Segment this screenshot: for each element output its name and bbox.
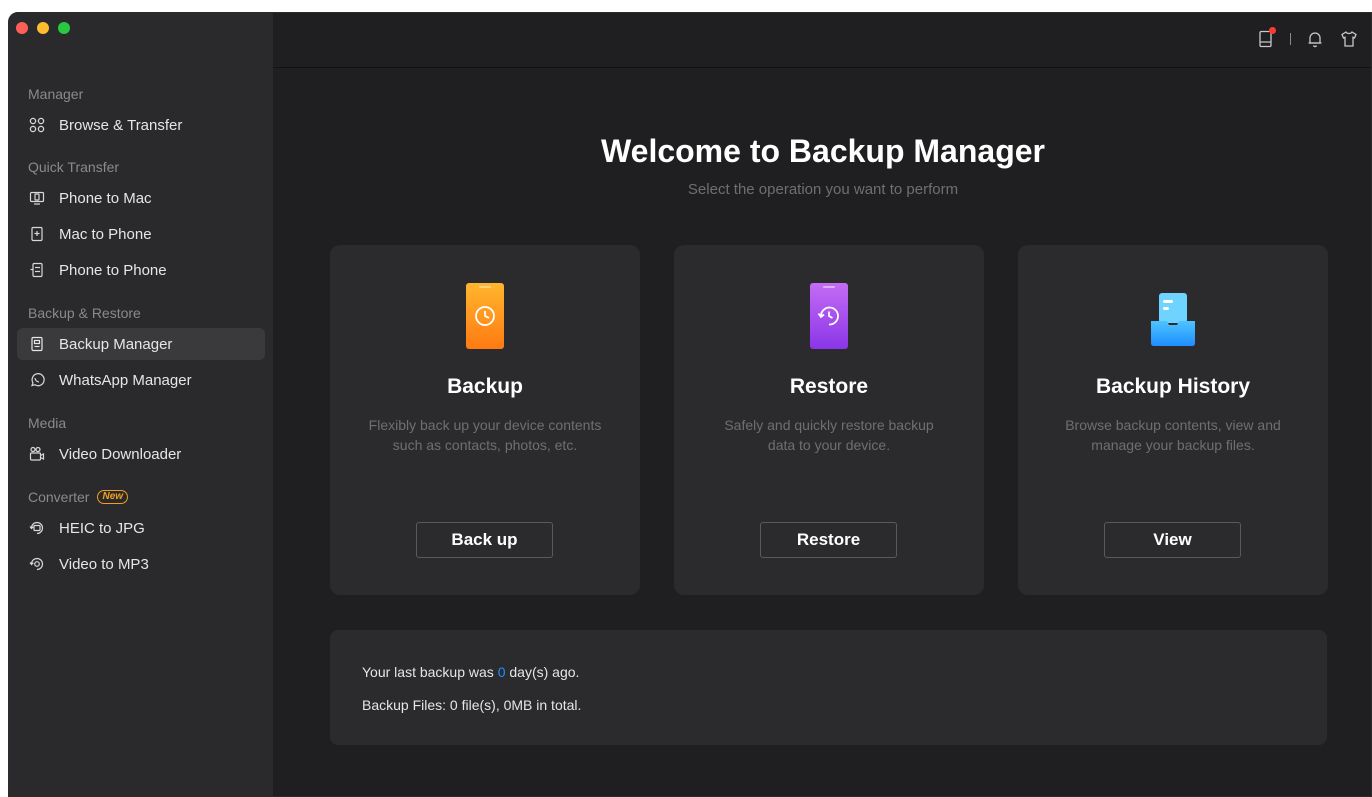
card-description-line: data to your device. bbox=[767, 437, 891, 453]
section-label-text: Converter bbox=[28, 489, 90, 505]
sidebar-nav: Manager Browse & Transfer Quick Transfer… bbox=[9, 85, 273, 580]
backup-history-card: Backup History Browse backup contents, v… bbox=[1018, 245, 1328, 595]
backup-phone-icon bbox=[330, 283, 640, 349]
sidebar-item-label: Browse & Transfer bbox=[59, 116, 183, 134]
section-label-backup-restore: Backup & Restore bbox=[28, 305, 141, 321]
backup-history-icon bbox=[1018, 283, 1328, 349]
section-label-media: Media bbox=[28, 415, 67, 431]
page-title: Welcome to Backup Manager bbox=[601, 133, 1045, 169]
section-label-quick-transfer: Quick Transfer bbox=[28, 159, 120, 175]
phone-to-phone-icon bbox=[28, 261, 46, 279]
sidebar-item-label: Video Downloader bbox=[59, 445, 182, 463]
whatsapp-icon bbox=[28, 371, 46, 389]
last-backup-prefix: Your last backup was bbox=[362, 664, 498, 680]
mac-to-phone-icon bbox=[28, 225, 46, 243]
sidebar-item-label: Mac to Phone bbox=[59, 225, 152, 243]
restore-card: Restore Safely and quickly restore backu… bbox=[674, 245, 984, 595]
card-description-line: manage your backup files. bbox=[1091, 437, 1255, 453]
restore-button[interactable]: Restore bbox=[760, 522, 897, 558]
sidebar-item-video-downloader[interactable]: Video Downloader bbox=[17, 438, 265, 470]
sidebar-item-whatsapp-manager[interactable]: WhatsApp Manager bbox=[17, 364, 265, 396]
backup-info-panel: Your last backup was 0 day(s) ago. Backu… bbox=[330, 630, 1327, 745]
sidebar: Manager Browse & Transfer Quick Transfer… bbox=[9, 13, 273, 796]
backup-manager-icon bbox=[28, 335, 46, 353]
card-description-line: Flexibly back up your device contents bbox=[368, 417, 602, 433]
sidebar-item-phone-to-mac[interactable]: Phone to Mac bbox=[17, 182, 265, 214]
card-title: Backup History bbox=[1095, 375, 1251, 398]
last-backup-text: Your last backup was 0 day(s) ago. bbox=[362, 664, 579, 680]
view-button[interactable]: View bbox=[1104, 522, 1241, 558]
backup-card: Backup Flexibly back up your device cont… bbox=[330, 245, 640, 595]
card-description: Browse backup contents, view and manage … bbox=[1038, 415, 1308, 455]
section-label-converter: Converter New bbox=[9, 488, 273, 506]
phone-to-mac-icon bbox=[28, 189, 46, 207]
sidebar-item-label: Backup Manager bbox=[59, 335, 173, 353]
sidebar-item-video-to-mp3[interactable]: Video to MP3 bbox=[17, 548, 265, 580]
sidebar-item-label: Video to MP3 bbox=[59, 555, 149, 573]
toolbar-separator bbox=[1290, 33, 1291, 45]
bell-icon[interactable] bbox=[1305, 29, 1325, 49]
sidebar-item-label: Phone to Mac bbox=[59, 189, 152, 207]
grid-icon bbox=[28, 116, 46, 134]
close-window-button[interactable] bbox=[16, 22, 28, 34]
card-description: Safely and quickly restore backup data t… bbox=[694, 415, 964, 455]
app-window: Manager Browse & Transfer Quick Transfer… bbox=[8, 12, 1372, 797]
card-title: Backup bbox=[447, 375, 523, 398]
main-content: Welcome to Backup Manager Select the ope… bbox=[273, 69, 1371, 796]
restore-phone-icon bbox=[674, 283, 984, 349]
top-toolbar bbox=[1256, 27, 1359, 49]
page-subtitle: Select the operation you want to perform bbox=[687, 181, 959, 198]
card-description: Flexibly back up your device contents su… bbox=[350, 415, 620, 455]
video-downloader-icon bbox=[28, 445, 46, 463]
backup-files-text: Backup Files: 0 file(s), 0MB in total. bbox=[362, 697, 582, 713]
sidebar-item-label: HEIC to JPG bbox=[59, 519, 145, 537]
shirt-icon[interactable] bbox=[1339, 29, 1359, 49]
card-description-line: Browse backup contents, view and bbox=[1065, 417, 1281, 433]
sidebar-item-browse-transfer[interactable]: Browse & Transfer bbox=[17, 109, 265, 141]
section-label-manager: Manager bbox=[28, 86, 84, 102]
device-icon[interactable] bbox=[1256, 27, 1276, 49]
sidebar-item-phone-to-phone[interactable]: Phone to Phone bbox=[17, 254, 265, 286]
sidebar-item-backup-manager[interactable]: Backup Manager bbox=[17, 328, 265, 360]
minimize-window-button[interactable] bbox=[37, 22, 49, 34]
top-bar bbox=[273, 13, 1371, 68]
last-backup-suffix: day(s) ago. bbox=[505, 664, 580, 680]
sidebar-item-label: Phone to Phone bbox=[59, 261, 167, 279]
card-description-line: Safely and quickly restore backup bbox=[724, 417, 934, 433]
video-to-mp3-icon bbox=[28, 555, 46, 573]
zoom-window-button[interactable] bbox=[58, 22, 70, 34]
card-title: Restore bbox=[789, 375, 869, 398]
sidebar-item-mac-to-phone[interactable]: Mac to Phone bbox=[17, 218, 265, 250]
sidebar-item-heic-to-jpg[interactable]: HEIC to JPG bbox=[17, 512, 265, 544]
new-badge: New bbox=[97, 490, 129, 504]
card-description-line: such as contacts, photos, etc. bbox=[392, 437, 578, 453]
sidebar-item-label: WhatsApp Manager bbox=[59, 371, 192, 389]
back-up-button[interactable]: Back up bbox=[416, 522, 553, 558]
heic-icon bbox=[28, 519, 46, 537]
notification-dot bbox=[1269, 27, 1276, 34]
window-controls bbox=[16, 22, 70, 34]
